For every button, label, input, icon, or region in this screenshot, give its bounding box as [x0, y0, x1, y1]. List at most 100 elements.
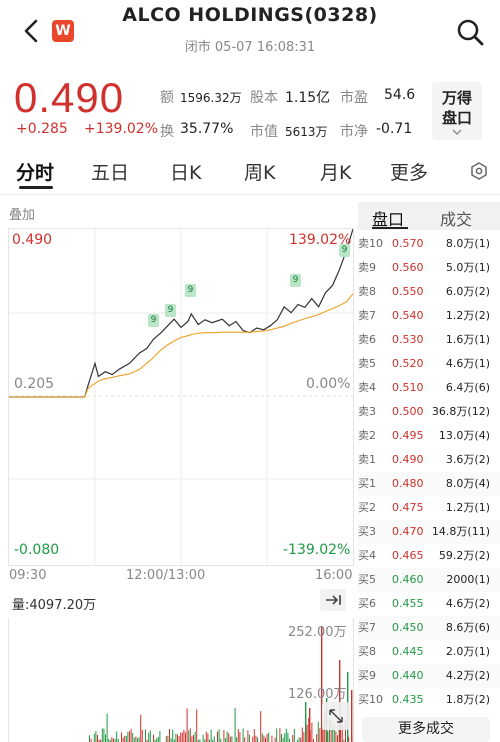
volume-bar	[279, 728, 281, 742]
intraday-chart[interactable]	[8, 228, 354, 566]
volume-bar	[175, 733, 177, 742]
time-axis-start: 09:30	[9, 568, 47, 583]
orderbook-row[interactable]: 买2 0.475 1.2万(1)	[358, 496, 500, 520]
tab-more[interactable]: 更多	[390, 158, 428, 185]
tab-daily-k[interactable]: 日K	[170, 158, 201, 185]
stock-title: ALCO HOLDINGS(0328)	[122, 4, 378, 26]
tab-monthly-k[interactable]: 月K	[320, 158, 351, 185]
stat-value-pb: -0.71	[376, 121, 413, 137]
orderbook-row[interactable]: 买4 0.465 59.2万(2)	[358, 544, 500, 568]
orderbook-volume: 2000(1)	[446, 573, 490, 586]
overlay-button[interactable]: 叠加	[9, 204, 35, 223]
orderbook-row[interactable]: 买9 0.440 4.2万(2)	[358, 664, 500, 688]
volume-bar	[188, 730, 190, 742]
orderbook-level: 买8	[358, 645, 376, 658]
volume-bar	[285, 728, 287, 742]
orderbook-level: 买6	[358, 597, 376, 610]
price-axis-low: -0.080	[14, 542, 60, 558]
orderbook-row[interactable]: 卖4 0.510 6.4万(6)	[358, 376, 500, 400]
tab-weekly-k[interactable]: 周K	[244, 158, 275, 185]
more-trades-button[interactable]: 更多成交	[362, 717, 490, 742]
volume-bar	[125, 735, 127, 742]
volume-bar	[292, 735, 294, 742]
volume-bar	[178, 736, 180, 742]
tab-intraday[interactable]: 分时	[16, 158, 54, 185]
signal-badge[interactable]: 9	[290, 274, 301, 287]
volume-bar	[306, 724, 308, 742]
wind-orderbook-button[interactable]: 万得 盘口	[432, 82, 482, 140]
volume-bar	[257, 737, 258, 742]
volume-bar	[121, 732, 122, 742]
orderbook-price: 0.570	[392, 237, 424, 250]
volume-bar	[183, 729, 185, 742]
orderbook-row[interactable]: 买6 0.455 4.6万(2)	[358, 592, 500, 616]
orderbook-row[interactable]: 卖7 0.540 1.2万(2)	[358, 304, 500, 328]
orderbook-tab-indicator	[372, 227, 408, 229]
orderbook-level: 买9	[358, 669, 376, 682]
volume-bar	[149, 730, 151, 742]
volume-bar	[337, 735, 338, 742]
orderbook-volume: 13.0万(4)	[438, 429, 490, 442]
volume-axis-max: 252.00万	[288, 625, 347, 640]
fullscreen-button[interactable]	[322, 702, 350, 730]
orderbook-volume: 4.6万(1)	[445, 357, 490, 370]
orderbook-row[interactable]: 卖10 0.570 8.0万(1)	[358, 232, 500, 256]
volume-bar	[276, 728, 278, 742]
volume-axis-mid: 126.00万	[288, 687, 347, 702]
orderbook-price: 0.440	[392, 669, 424, 682]
volume-bar	[186, 708, 188, 742]
orderbook-row[interactable]: 买7 0.450 8.6万(6)	[358, 616, 500, 640]
orderbook-row[interactable]: 买10 0.435 1.8万(2)	[358, 688, 500, 712]
period-tabs: 分时 五日 日K 周K 月K 更多	[0, 152, 500, 194]
stat-label-shares: 股本	[250, 90, 278, 106]
orderbook-volume: 3.6万(2)	[445, 453, 490, 466]
volume-bar	[289, 738, 290, 742]
volume-label: 量:4097.20万	[12, 598, 97, 613]
volume-bar	[157, 737, 159, 742]
orderbook-price: 0.495	[392, 429, 424, 442]
volume-bar	[159, 730, 161, 742]
signal-badge[interactable]: 9	[339, 244, 350, 257]
volume-bar	[129, 731, 130, 742]
volume-bar	[138, 737, 140, 742]
stat-label-turnover: 额	[160, 90, 174, 106]
orderbook-row[interactable]: 买3 0.470 14.8万(11)	[358, 520, 500, 544]
orderbook-row[interactable]: 买8 0.445 2.0万(1)	[358, 640, 500, 664]
volume-bar	[141, 729, 143, 742]
search-icon[interactable]	[456, 18, 484, 46]
orderbook-row[interactable]: 卖3 0.500 36.8万(12)	[358, 400, 500, 424]
volume-bar	[145, 729, 146, 742]
orderbook-row[interactable]: 卖5 0.520 4.6万(1)	[358, 352, 500, 376]
orderbook-row[interactable]: 买1 0.480 8.0万(4)	[358, 472, 500, 496]
orderbook-volume: 8.0万(1)	[445, 237, 490, 250]
orderbook-row[interactable]: 卖2 0.495 13.0万(4)	[358, 424, 500, 448]
stat-label-market-cap: 市值	[250, 124, 278, 140]
volume-bar	[239, 732, 241, 742]
orderbook-row[interactable]: 卖8 0.550 6.0万(2)	[358, 280, 500, 304]
volume-bar	[229, 736, 231, 742]
orderbook-tabs: 盘口 成交	[358, 202, 500, 230]
orderbook-row[interactable]: 卖6 0.530 1.6万(1)	[358, 328, 500, 352]
orderbook-volume: 1.2万(2)	[445, 309, 490, 322]
volume-bar	[133, 737, 135, 742]
volume-bar	[225, 738, 226, 742]
orderbook-level: 卖6	[358, 333, 376, 346]
volume-bar	[293, 728, 295, 742]
orderbook-level: 买10	[358, 693, 383, 706]
orderbook-row[interactable]: 买5 0.460 2000(1)	[358, 568, 500, 592]
tab-five-day[interactable]: 五日	[91, 158, 129, 185]
signal-badge[interactable]: 9	[165, 304, 176, 317]
orderbook-level: 买7	[358, 621, 376, 634]
orderbook-row[interactable]: 卖1 0.490 3.6万(2)	[358, 448, 500, 472]
orderbook-row[interactable]: 卖9 0.560 5.0万(1)	[358, 256, 500, 280]
volume-bar	[90, 738, 92, 742]
signal-badge[interactable]: 9	[185, 284, 196, 297]
volume-bar	[169, 729, 170, 742]
signal-badge[interactable]: 9	[148, 314, 159, 327]
expand-right-button[interactable]	[320, 589, 346, 611]
settings-hex-icon[interactable]	[470, 162, 488, 180]
volume-bar	[351, 690, 353, 742]
volume-bar	[202, 734, 204, 742]
tab-trades[interactable]: 成交	[440, 206, 472, 230]
orderbook-price: 0.520	[392, 357, 424, 370]
